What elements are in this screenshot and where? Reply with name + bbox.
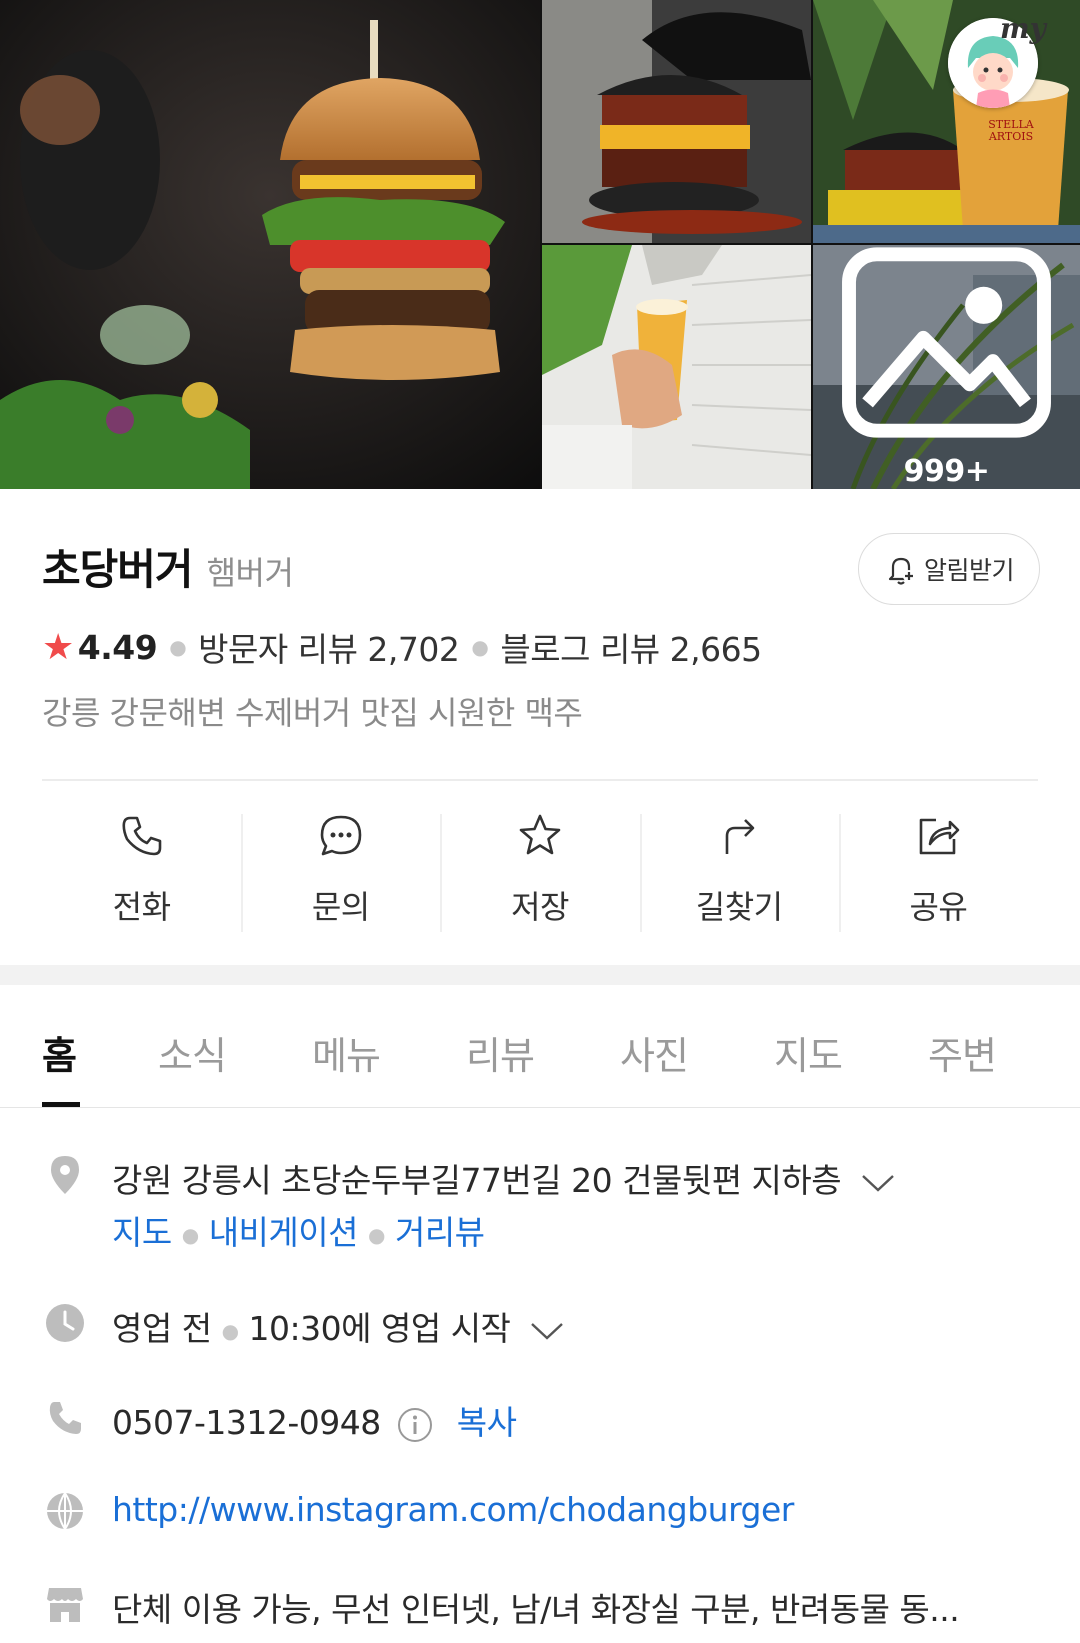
separator-dot: ● (169, 635, 187, 659)
main-burger-photo[interactable] (0, 0, 540, 489)
store-icon (47, 1588, 83, 1622)
black-bun-burger-photo[interactable] (542, 0, 811, 243)
business-hours-row[interactable]: 영업 전 ● 10:30에 영업 시작 (112, 1302, 564, 1350)
image-icon (842, 247, 1051, 438)
tab-bar: 홈 소식 메뉴 리뷰 사진 지도 주변 (0, 985, 1080, 1108)
place-title: 초당버거 햄버거 (42, 536, 294, 597)
inquiry-label: 문의 (311, 888, 370, 926)
clock-icon (46, 1304, 84, 1342)
active-tab-indicator (42, 1102, 80, 1107)
address-links: 지도 ● 내비게이션 ● 거리뷰 (112, 1206, 485, 1254)
storefront-photo[interactable]: 999+ (813, 245, 1080, 489)
call-button[interactable]: 전화 (42, 810, 241, 936)
action-bar: 전화 문의 저장 길찾기 공유 (42, 810, 1038, 936)
street-view-link[interactable]: 거리뷰 (395, 1213, 485, 1252)
separator-dot: ● (471, 635, 489, 659)
separator-dot: ● (368, 1222, 385, 1247)
tab-menu[interactable]: 메뉴 (312, 1025, 381, 1080)
blog-review-link[interactable]: 블로그 리뷰 2,665 (500, 623, 762, 671)
alert-subscribe-button[interactable]: 알림받기 (858, 533, 1040, 605)
globe-icon (47, 1492, 83, 1530)
bell-plus-icon (888, 557, 915, 585)
hours-status: 영업 전 (112, 1309, 212, 1348)
address-row[interactable]: 강원 강릉시 초당순두부길77번길 20 건물뒷편 지하층 (112, 1154, 895, 1202)
amenities-row[interactable]: 단체 이용 가능, 무선 인터넷, 남/녀 화장실 구분, 반려동물 동... (112, 1583, 960, 1631)
navigation-link[interactable]: 내비게이션 (209, 1213, 359, 1252)
call-label: 전화 (112, 888, 171, 926)
phone-number[interactable]: 0507-1312-0948 (112, 1403, 381, 1442)
tab-home[interactable]: 홈 (42, 1025, 77, 1080)
section-separator (0, 965, 1080, 985)
chat-icon (320, 815, 362, 856)
share-label: 공유 (909, 888, 968, 926)
place-name: 초당버거 (42, 545, 194, 594)
separator-dot: ● (181, 1222, 199, 1247)
place-description: 강릉 강문해변 수제버거 맛집 시원한 맥주 (42, 694, 583, 732)
directions-icon (725, 819, 755, 854)
phone-icon (49, 1402, 81, 1434)
phone-icon (122, 816, 161, 856)
map-link[interactable]: 지도 (112, 1213, 172, 1252)
photo-count: 999+ (903, 454, 990, 489)
website-link[interactable]: http://www.instagram.com/chodangburger (112, 1490, 794, 1529)
svg-text:ARTOIS: ARTOIS (988, 130, 1033, 143)
visitor-review-link[interactable]: 방문자 리뷰 2,702 (198, 623, 460, 671)
share-icon (920, 818, 960, 855)
beer-tap-photo[interactable] (542, 245, 811, 489)
location-pin-icon (51, 1156, 79, 1194)
hours-detail: 10:30에 영업 시작 (248, 1309, 511, 1348)
rating-star-icon: ★ (42, 626, 74, 668)
place-category: 햄버거 (206, 554, 294, 592)
star-icon (519, 814, 561, 855)
photo-gallery: STELLA ARTOIS 999+ my (0, 0, 1080, 489)
inquiry-button[interactable]: 문의 (241, 810, 440, 936)
copy-phone-button[interactable]: 복사 (457, 1403, 517, 1442)
chevron-down-icon[interactable] (861, 1173, 895, 1193)
rating-row: ★ 4.49 ● 방문자 리뷰 2,702 ● 블로그 리뷰 2,665 (42, 623, 762, 671)
phone-row: 0507-1312-0948 복사 (112, 1396, 517, 1444)
tab-photos[interactable]: 사진 (620, 1025, 689, 1080)
share-button[interactable]: 공유 (838, 810, 1038, 936)
directions-label: 길찾기 (695, 888, 783, 926)
separator-dot: ● (221, 1318, 239, 1343)
tab-map[interactable]: 지도 (774, 1025, 843, 1080)
alert-button-label: 알림받기 (923, 556, 1015, 585)
more-photos-overlay[interactable]: 999+ (813, 245, 1080, 489)
address-text: 강원 강릉시 초당순두부길77번길 20 건물뒷편 지하층 (112, 1161, 842, 1200)
tab-nearby[interactable]: 주변 (928, 1025, 997, 1080)
directions-button[interactable]: 길찾기 (639, 810, 839, 936)
info-icon[interactable] (397, 1407, 433, 1443)
tab-news[interactable]: 소식 (158, 1025, 227, 1080)
chevron-down-icon[interactable] (530, 1321, 564, 1341)
tab-reviews[interactable]: 리뷰 (466, 1025, 535, 1080)
save-button[interactable]: 저장 (440, 810, 639, 936)
divider (42, 779, 1038, 781)
rating-value: 4.49 (77, 627, 158, 667)
save-label: 저장 (511, 888, 569, 926)
my-badge-label: my (1000, 12, 1046, 45)
